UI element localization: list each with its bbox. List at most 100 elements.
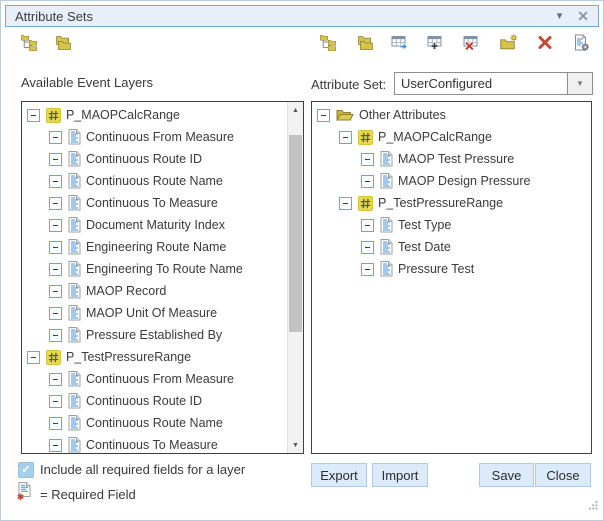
folder-new-icon bbox=[500, 34, 518, 56]
tree-item-label: P_MAOPCalcRange bbox=[378, 130, 492, 144]
export-button[interactable]: Export bbox=[311, 463, 367, 487]
include-required-checkbox[interactable]: ✓ bbox=[18, 462, 34, 478]
expander-minus-icon[interactable] bbox=[27, 109, 40, 122]
resize-grip[interactable] bbox=[588, 497, 598, 515]
expander-minus-icon[interactable] bbox=[361, 263, 374, 276]
expander-minus-icon[interactable] bbox=[49, 241, 62, 254]
close-button[interactable]: Close bbox=[535, 463, 591, 487]
table-add-icon bbox=[427, 34, 446, 56]
expander-minus-icon[interactable] bbox=[49, 219, 62, 232]
tree-row[interactable]: Continuous From Measure bbox=[22, 368, 287, 390]
toolbar-left-group bbox=[20, 34, 72, 56]
field-icon bbox=[68, 415, 81, 431]
table-export-button[interactable] bbox=[391, 36, 410, 55]
expander-minus-icon[interactable] bbox=[361, 241, 374, 254]
tree-item-label: MAOP Record bbox=[86, 284, 166, 298]
tree-row[interactable]: Continuous Route ID bbox=[22, 390, 287, 412]
tree-row[interactable]: MAOP Unit Of Measure bbox=[22, 302, 287, 324]
expander-minus-icon[interactable] bbox=[49, 307, 62, 320]
tree-item-label: Continuous From Measure bbox=[86, 130, 234, 144]
expander-minus-icon[interactable] bbox=[339, 131, 352, 144]
tree-row[interactable]: MAOP Design Pressure bbox=[312, 170, 591, 192]
tree-row[interactable]: MAOP Test Pressure bbox=[312, 148, 591, 170]
title-bar: Attribute Sets ▾ ✕ bbox=[5, 5, 599, 27]
dialog-title: Attribute Sets bbox=[15, 9, 557, 24]
tree-row[interactable]: Continuous From Measure bbox=[22, 126, 287, 148]
attribute-set-tree: Other Attributes P_MAOPCalcRange MAOP Test… bbox=[312, 104, 591, 453]
tree-item-label: Continuous Route ID bbox=[86, 394, 202, 408]
tree-item-label: Test Date bbox=[398, 240, 451, 254]
expander-minus-icon[interactable] bbox=[27, 351, 40, 364]
folders-button[interactable] bbox=[53, 36, 72, 55]
tree-row[interactable]: P_TestPressureRange bbox=[22, 346, 287, 368]
expander-minus-icon[interactable] bbox=[339, 197, 352, 210]
delete-x-button[interactable] bbox=[535, 36, 554, 55]
tree-row[interactable]: Other Attributes bbox=[312, 104, 591, 126]
expander-minus-icon[interactable] bbox=[49, 373, 62, 386]
scrollbar-thumb[interactable] bbox=[289, 135, 302, 332]
tree-row[interactable]: P_MAOPCalcRange bbox=[22, 104, 287, 126]
scroll-down-icon[interactable]: ▼ bbox=[288, 438, 303, 452]
expander-minus-icon[interactable] bbox=[49, 417, 62, 430]
tree-row[interactable]: Continuous To Measure bbox=[22, 434, 287, 453]
field-icon bbox=[380, 173, 393, 189]
tree-row[interactable]: Document Maturity Index bbox=[22, 214, 287, 236]
field-icon bbox=[68, 217, 81, 233]
expander-minus-icon[interactable] bbox=[49, 175, 62, 188]
expander-minus-icon[interactable] bbox=[361, 153, 374, 166]
table-delete-button[interactable] bbox=[463, 36, 482, 55]
expander-minus-icon[interactable] bbox=[49, 395, 62, 408]
tree-row[interactable]: Pressure Test bbox=[312, 258, 591, 280]
expander-minus-icon[interactable] bbox=[49, 131, 62, 144]
expander-minus-icon[interactable] bbox=[49, 329, 62, 342]
tree-row[interactable]: P_TestPressureRange bbox=[312, 192, 591, 214]
save-button[interactable]: Save bbox=[479, 463, 534, 487]
folders-button[interactable] bbox=[355, 36, 374, 55]
close-icon[interactable]: ✕ bbox=[577, 9, 589, 23]
attribute-set-panel: Other Attributes P_MAOPCalcRange MAOP Test… bbox=[311, 101, 592, 454]
tree-row[interactable]: Continuous Route ID bbox=[22, 148, 287, 170]
folders-icon bbox=[54, 34, 72, 56]
tree-item-label: Other Attributes bbox=[359, 108, 446, 122]
expander-minus-icon[interactable] bbox=[317, 109, 330, 122]
available-event-layers-label: Available Event Layers bbox=[21, 75, 153, 90]
tree-row[interactable]: P_MAOPCalcRange bbox=[312, 126, 591, 148]
layer-icon bbox=[46, 350, 61, 365]
import-button[interactable]: Import bbox=[372, 463, 428, 487]
field-icon bbox=[68, 195, 81, 211]
tree-item-label: Test Type bbox=[398, 218, 451, 232]
tree-row[interactable]: Engineering To Route Name bbox=[22, 258, 287, 280]
attribute-set-dropdown[interactable]: UserConfigured ▼ bbox=[394, 72, 593, 95]
tree-row[interactable]: Continuous Route Name bbox=[22, 170, 287, 192]
tree-item-label: MAOP Design Pressure bbox=[398, 174, 530, 188]
table-add-button[interactable] bbox=[427, 36, 446, 55]
page-gear-button[interactable] bbox=[571, 36, 590, 55]
expander-minus-icon[interactable] bbox=[361, 219, 374, 232]
tree-row[interactable]: Test Type bbox=[312, 214, 591, 236]
expander-minus-icon[interactable] bbox=[49, 197, 62, 210]
expander-minus-icon[interactable] bbox=[49, 285, 62, 298]
vertical-scrollbar[interactable]: ▲ ▼ bbox=[287, 102, 303, 453]
tree-row[interactable]: MAOP Record bbox=[22, 280, 287, 302]
expander-minus-icon[interactable] bbox=[361, 175, 374, 188]
folder-tree-button[interactable] bbox=[20, 36, 39, 55]
field-icon bbox=[68, 261, 81, 277]
tree-item-label: Document Maturity Index bbox=[86, 218, 225, 232]
tree-row[interactable]: Continuous Route Name bbox=[22, 412, 287, 434]
dropdown-caret-icon[interactable]: ▼ bbox=[567, 73, 592, 94]
expander-minus-icon[interactable] bbox=[49, 153, 62, 166]
expander-minus-icon[interactable] bbox=[49, 263, 62, 276]
folder-new-button[interactable] bbox=[499, 36, 518, 55]
tree-item-label: P_TestPressureRange bbox=[378, 196, 503, 210]
scroll-up-icon[interactable]: ▲ bbox=[288, 103, 303, 117]
field-icon bbox=[380, 239, 393, 255]
folder-tree-button[interactable] bbox=[319, 36, 338, 55]
tree-row[interactable]: Engineering Route Name bbox=[22, 236, 287, 258]
tree-item-label: Continuous From Measure bbox=[86, 372, 234, 386]
tree-row[interactable]: Pressure Established By bbox=[22, 324, 287, 346]
field-icon bbox=[380, 217, 393, 233]
tree-row[interactable]: Continuous To Measure bbox=[22, 192, 287, 214]
expander-minus-icon[interactable] bbox=[49, 439, 62, 452]
tree-row[interactable]: Test Date bbox=[312, 236, 591, 258]
collapse-caret-icon[interactable]: ▾ bbox=[557, 11, 563, 22]
